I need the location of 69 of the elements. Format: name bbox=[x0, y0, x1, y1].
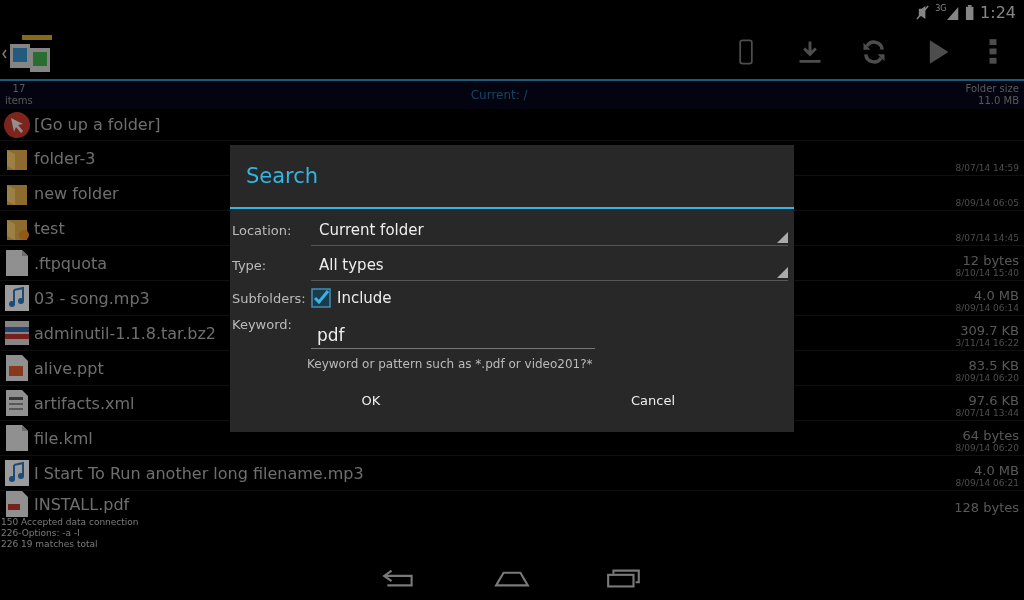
file-icon bbox=[3, 249, 31, 277]
file-date: 8/09/14 06:14 bbox=[955, 303, 1019, 313]
file-name: I Start To Run another long filename.mp3 bbox=[34, 463, 364, 483]
archive-icon bbox=[3, 319, 31, 347]
network-type: 3G bbox=[935, 4, 947, 13]
dialog-button[interactable]: OK bbox=[230, 385, 512, 415]
music-note-icon bbox=[3, 284, 31, 312]
file-name: test bbox=[34, 218, 65, 238]
location-dropdown[interactable]: Current folder bbox=[311, 215, 788, 246]
file-size: 12 bytes bbox=[962, 253, 1019, 268]
presentation-icon bbox=[3, 354, 31, 382]
file-size: 83.5 KB bbox=[968, 358, 1019, 373]
type-dropdown[interactable]: All types bbox=[311, 250, 788, 281]
file-size: 309.7 KB bbox=[960, 323, 1019, 338]
document-icon bbox=[3, 389, 31, 417]
log-line: 226-Options: -a -l bbox=[1, 528, 81, 539]
file-name: file.kml bbox=[34, 428, 93, 448]
file-icon bbox=[3, 424, 31, 452]
recent-apps-icon[interactable] bbox=[605, 567, 643, 589]
file-date: 3/11/14 16:22 bbox=[955, 338, 1019, 348]
file-size: 4.0 MB bbox=[974, 463, 1019, 478]
current-path: Current: / bbox=[469, 88, 529, 102]
file-size: 4.0 MB bbox=[974, 288, 1019, 303]
folder-size-label: Folder size bbox=[965, 83, 1019, 95]
file-date: 8/07/14 14:59 bbox=[955, 163, 1019, 173]
file-row[interactable]: [Go up a folder] bbox=[0, 109, 1024, 141]
file-size: 97.6 KB bbox=[968, 393, 1019, 408]
file-row[interactable]: I Start To Run another long filename.mp3 4.0 MB 8/09/14 06:21 bbox=[0, 456, 1024, 491]
folder-size: 11.0 MB bbox=[978, 95, 1019, 107]
file-date: 8/10/14 15:40 bbox=[955, 268, 1019, 278]
file-name: new folder bbox=[34, 183, 119, 203]
file-size: 64 bytes bbox=[962, 428, 1019, 443]
file-name: folder-3 bbox=[34, 148, 96, 168]
file-name: alive.ppt bbox=[34, 358, 104, 378]
battery-icon bbox=[964, 4, 975, 20]
subfolders-label: Subfolders: bbox=[232, 290, 307, 306]
pdf-file-icon bbox=[3, 490, 31, 518]
log-line: 226 19 matches total bbox=[1, 539, 99, 550]
mute-icon bbox=[916, 4, 930, 20]
file-name: adminutil-1.1.8.tar.bz2 bbox=[34, 323, 216, 343]
item-count-label: items bbox=[5, 95, 33, 107]
file-name: artifacts.xml bbox=[34, 393, 135, 413]
log-line: 150 Accepted data connection bbox=[1, 517, 140, 528]
keyword-field[interactable]: pdf bbox=[311, 321, 595, 349]
file-name: 03 - song.mp3 bbox=[34, 288, 150, 308]
keyword-hint: Keyword or pattern such as *.pdf or video201?* bbox=[306, 357, 594, 371]
include-label: Include bbox=[337, 289, 392, 307]
dropdown-corner-icon bbox=[777, 267, 788, 278]
location-label: Location: bbox=[232, 223, 293, 238]
dropdown-corner-icon bbox=[777, 232, 788, 243]
file-date: 8/07/14 14:45 bbox=[955, 233, 1019, 243]
file-name: .ftpquota bbox=[34, 253, 108, 273]
file-date: 8/09/14 06:20 bbox=[955, 443, 1019, 453]
file-date: 8/07/14 13:44 bbox=[955, 408, 1019, 418]
include-checkbox[interactable] bbox=[311, 288, 331, 308]
file-name: [Go up a folder] bbox=[34, 115, 161, 134]
file-date: 8/09/14 06:05 bbox=[955, 198, 1019, 208]
file-size: 128 bytes bbox=[954, 500, 1019, 515]
clock: 1:24 bbox=[980, 2, 1016, 22]
item-count: 17 bbox=[12, 83, 26, 95]
file-row[interactable]: INSTALL.pdf 128 bytes bbox=[0, 491, 1024, 517]
file-name: INSTALL.pdf bbox=[34, 494, 130, 514]
music-note-icon bbox=[3, 459, 31, 487]
keyword-label: Keyword: bbox=[232, 317, 293, 332]
file-date: 8/09/14 06:21 bbox=[955, 478, 1019, 488]
dialog-title: Search bbox=[230, 145, 794, 209]
file-date: 8/09/14 06:20 bbox=[955, 373, 1019, 383]
type-label: Type: bbox=[232, 258, 268, 273]
dialog-button[interactable]: Cancel bbox=[512, 385, 794, 415]
